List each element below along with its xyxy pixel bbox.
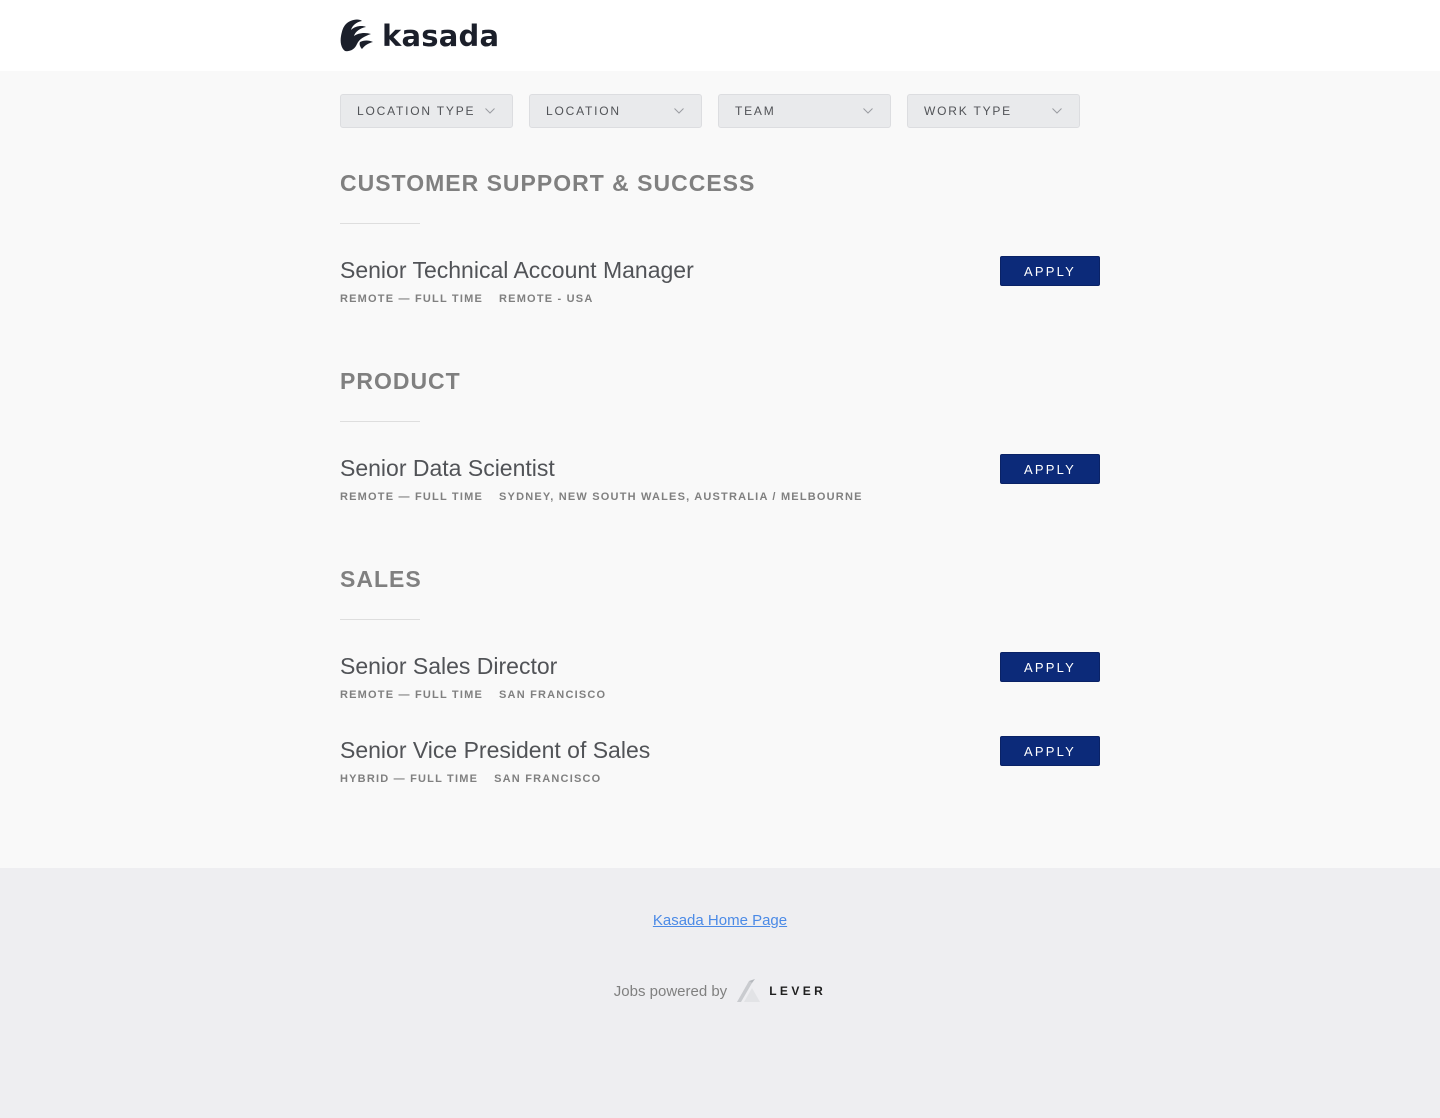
lever-wordmark[interactable]: LEVER: [769, 984, 826, 998]
filter-location[interactable]: LOCATION: [529, 94, 702, 128]
posting-commitment: REMOTE — FULL TIME: [340, 293, 484, 305]
group-product: PRODUCT Senior Data Scientist REMOTE — F…: [340, 367, 1100, 537]
chevron-down-icon: [863, 108, 873, 114]
filter-label: LOCATION TYPE: [357, 104, 476, 118]
group-customer-support-success: CUSTOMER SUPPORT & SUCCESS Senior Techni…: [340, 169, 1100, 339]
chevron-down-icon: [1052, 108, 1062, 114]
posting-commitment: HYBRID — FULL TIME: [340, 773, 479, 785]
posting-categories: REMOTE — FULL TIME REMOTE - USA: [340, 293, 593, 305]
posting: Senior Sales Director REMOTE — FULL TIME…: [340, 651, 1100, 735]
posting-categories: REMOTE — FULL TIME SAN FRANCISCO: [340, 689, 606, 701]
apply-button[interactable]: APPLY: [1000, 256, 1100, 286]
filter-label: LOCATION: [546, 104, 621, 118]
group-divider: [340, 421, 420, 422]
lever-logo-icon[interactable]: [735, 978, 761, 1004]
kasada-logo[interactable]: kasada: [340, 16, 499, 56]
posting-location: REMOTE - USA: [499, 293, 594, 305]
posting-location: SAN FRANCISCO: [499, 689, 607, 701]
filter-label: TEAM: [735, 104, 776, 118]
apply-button[interactable]: APPLY: [1000, 736, 1100, 766]
posting: Senior Technical Account Manager REMOTE …: [340, 255, 1100, 339]
posting-location: SAN FRANCISCO: [494, 773, 602, 785]
filter-bar: LOCATION TYPE LOCATION TEAM WORK TYPE: [340, 94, 1096, 128]
group-title: CUSTOMER SUPPORT & SUCCESS: [340, 170, 756, 196]
filter-team[interactable]: TEAM: [718, 94, 891, 128]
posting-location: SYDNEY, NEW SOUTH WALES, AUSTRALIA / MEL…: [499, 491, 863, 503]
job-listings: LOCATION TYPE LOCATION TEAM WORK TYPE CU…: [0, 71, 1440, 868]
posting: Senior Vice President of Sales HYBRID — …: [340, 735, 1100, 819]
group-title: SALES: [340, 566, 422, 592]
posting-title-link[interactable]: Senior Data Scientist: [340, 453, 555, 483]
kasada-logo-icon: [340, 19, 373, 52]
chevron-down-icon: [485, 108, 495, 114]
group-divider: [340, 619, 420, 620]
group-divider: [340, 223, 420, 224]
posting-categories: REMOTE — FULL TIME SYDNEY, NEW SOUTH WAL…: [340, 491, 863, 503]
posting-title-link[interactable]: Senior Sales Director: [340, 651, 557, 681]
powered-by-text: Jobs powered by: [613, 982, 728, 1000]
filter-work-type[interactable]: WORK TYPE: [907, 94, 1080, 128]
chevron-down-icon: [674, 108, 684, 114]
powered-by: Jobs powered by LEVER: [0, 978, 1440, 1004]
filter-location-type[interactable]: LOCATION TYPE: [340, 94, 513, 128]
filter-label: WORK TYPE: [924, 104, 1012, 118]
site-footer: Kasada Home Page Jobs powered by LEVER: [0, 868, 1440, 1118]
kasada-wordmark: kasada: [382, 19, 500, 53]
posting: Senior Data Scientist REMOTE — FULL TIME…: [340, 453, 1100, 537]
apply-button[interactable]: APPLY: [1000, 652, 1100, 682]
posting-title-link[interactable]: Senior Vice President of Sales: [340, 735, 650, 765]
group-title: PRODUCT: [340, 368, 461, 394]
posting-commitment: REMOTE — FULL TIME: [340, 491, 484, 503]
apply-button[interactable]: APPLY: [1000, 454, 1100, 484]
posting-categories: HYBRID — FULL TIME SAN FRANCISCO: [340, 773, 601, 785]
home-link-wrapper: Kasada Home Page: [0, 912, 1440, 929]
kasada-home-page-link[interactable]: Kasada Home Page: [653, 912, 787, 929]
posting-title-link[interactable]: Senior Technical Account Manager: [340, 255, 694, 285]
group-sales: SALES Senior Sales Director REMOTE — FUL…: [340, 565, 1100, 819]
site-header: kasada: [0, 0, 1440, 71]
posting-commitment: REMOTE — FULL TIME: [340, 689, 484, 701]
